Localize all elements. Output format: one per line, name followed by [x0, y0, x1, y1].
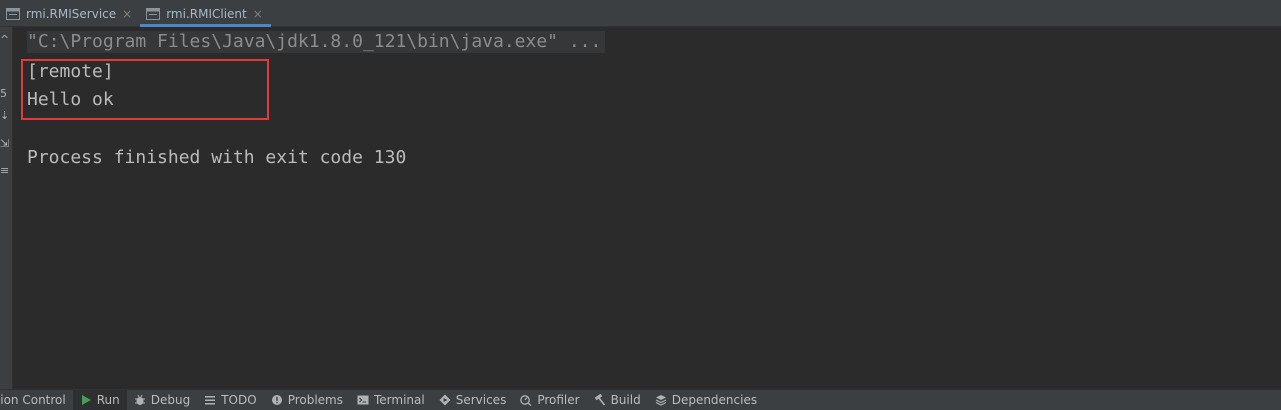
tool-label: Dependencies — [671, 393, 758, 407]
tool-todo[interactable]: TODO — [197, 390, 263, 410]
tool-label: Build — [610, 393, 641, 407]
tab-rmi-service[interactable]: rmi.RMIService × — [0, 0, 140, 27]
tool-build[interactable]: Build — [587, 390, 648, 410]
tool-dependencies[interactable]: Dependencies — [648, 390, 764, 410]
command-line: "C:\Program Files\Java\jdk1.8.0_121\bin\… — [27, 31, 606, 53]
tool-profiler[interactable]: Profiler — [513, 390, 586, 410]
run-tab-bar: rmi.RMIService × rmi.RMIClient × — [0, 0, 1281, 27]
rerun-icon[interactable]: 5 — [0, 87, 9, 101]
run-config-icon — [6, 7, 20, 20]
tool-label: Profiler — [537, 393, 580, 407]
tool-debug[interactable]: Debug — [127, 390, 197, 410]
exit-message: Process finished with exit code 130 — [27, 147, 407, 168]
tool-label: Debug — [150, 393, 191, 407]
tool-label: Services — [455, 393, 507, 407]
close-icon[interactable]: × — [253, 8, 263, 20]
layers-icon — [655, 394, 667, 406]
bug-icon — [134, 394, 146, 406]
tool-run[interactable]: Run — [72, 390, 127, 410]
tool-window-bar: sion Control Run Debug TODO Problems Ter… — [0, 389, 1281, 410]
run-icon — [80, 394, 92, 406]
pin-icon[interactable]: ⇲ — [0, 137, 9, 151]
output-line: [remote] — [27, 61, 114, 82]
close-icon[interactable]: × — [122, 8, 132, 20]
tab-rmi-client[interactable]: rmi.RMIClient × — [140, 0, 271, 27]
tool-label: sion Control — [0, 393, 66, 407]
problems-icon — [271, 394, 283, 406]
hammer-icon — [594, 394, 606, 406]
list-icon — [204, 394, 216, 406]
terminal-icon — [357, 394, 369, 406]
services-icon — [439, 394, 451, 406]
tool-services[interactable]: Services — [432, 390, 514, 410]
scroll-up-icon[interactable]: ^ — [0, 33, 9, 47]
tool-label: Problems — [287, 393, 343, 407]
console-output[interactable]: "C:\Program Files\Java\jdk1.8.0_121\bin\… — [13, 27, 1281, 389]
tab-label: rmi.RMIClient — [166, 6, 247, 21]
soft-wrap-icon[interactable]: ≡ — [0, 164, 9, 178]
tool-version-control[interactable]: sion Control — [0, 390, 73, 410]
output-line: Hello ok — [27, 89, 114, 110]
profiler-icon — [520, 394, 532, 406]
run-config-icon — [146, 7, 161, 20]
tool-problems[interactable]: Problems — [264, 390, 350, 410]
tool-terminal[interactable]: Terminal — [350, 390, 432, 410]
tool-label: TODO — [221, 393, 257, 407]
scroll-to-end-icon[interactable]: ⇣ — [0, 109, 9, 123]
tool-label: Terminal — [374, 393, 425, 407]
tool-label: Run — [96, 393, 120, 407]
run-toolbar-stripe: ^ 5 ⇣ ⇲ ≡ — [0, 27, 13, 389]
tab-label: rmi.RMIService — [26, 6, 117, 21]
ide-window: rmi.RMIService × rmi.RMIClient × ^ 5 ⇣ ⇲… — [0, 0, 1281, 410]
